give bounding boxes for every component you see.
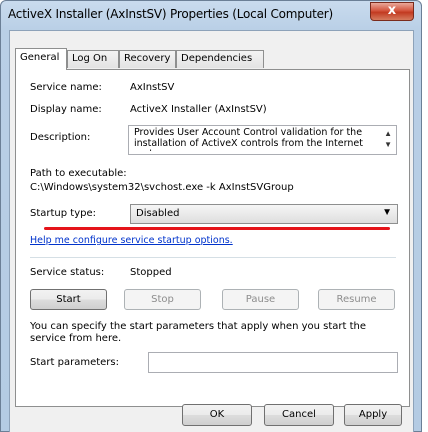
service-status-label: Service status: [30,267,105,278]
cancel-button[interactable]: Cancel [264,404,334,426]
close-button[interactable]: x [370,2,414,21]
tab-log-on[interactable]: Log On [67,50,119,68]
separator-line [30,257,396,258]
resume-button[interactable]: Resume [318,289,395,310]
apply-button[interactable]: Apply [344,404,402,426]
display-name-label: Display name: [30,104,102,115]
pause-button[interactable]: Pause [222,289,299,310]
service-status-value: Stopped [130,267,172,278]
description-text: Provides User Account Control validation… [134,127,363,151]
display-name-value: ActiveX Installer (AxInstSV) [130,104,267,115]
description-box[interactable]: Provides User Account Control validation… [128,125,397,155]
general-tab-panel: Service name: AxInstSV Display name: Act… [15,69,410,407]
tab-dependencies[interactable]: Dependencies [176,50,264,68]
tab-general[interactable]: General [15,48,67,70]
help-startup-link[interactable]: Help me configure service startup option… [30,235,233,246]
service-name-value: AxInstSV [130,82,175,93]
close-icon: x [387,3,397,18]
service-name-label: Service name: [30,82,102,93]
dialog-client-area: General Log On Recovery Dependencies Ser… [9,30,414,432]
start-params-label: Start parameters: [30,357,119,368]
scroll-down-icon[interactable]: ▼ [384,140,392,149]
ok-button[interactable]: OK [182,404,252,426]
startup-type-label: Startup type: [30,208,97,219]
startup-type-value: Disabled [136,208,180,219]
tab-recovery[interactable]: Recovery [119,50,176,68]
window-title: ActiveX Installer (AxInstSV) Properties … [8,7,334,21]
start-params-input[interactable] [148,352,398,373]
description-label: Description: [30,132,91,143]
properties-dialog: ActiveX Installer (AxInstSV) Properties … [0,0,422,432]
startup-type-select[interactable]: Disabled ▼ [130,204,398,224]
path-value: C:\Windows\system32\svchost.exe -k AxIns… [30,182,294,193]
red-underline-annotation [44,227,390,230]
start-params-info: You can specify the start parameters tha… [30,321,367,344]
stop-button[interactable]: Stop [124,289,201,310]
path-label: Path to executable: [30,168,127,179]
chevron-down-icon: ▼ [382,207,392,218]
scroll-up-icon[interactable]: ▲ [384,129,392,138]
start-button[interactable]: Start [30,289,107,310]
